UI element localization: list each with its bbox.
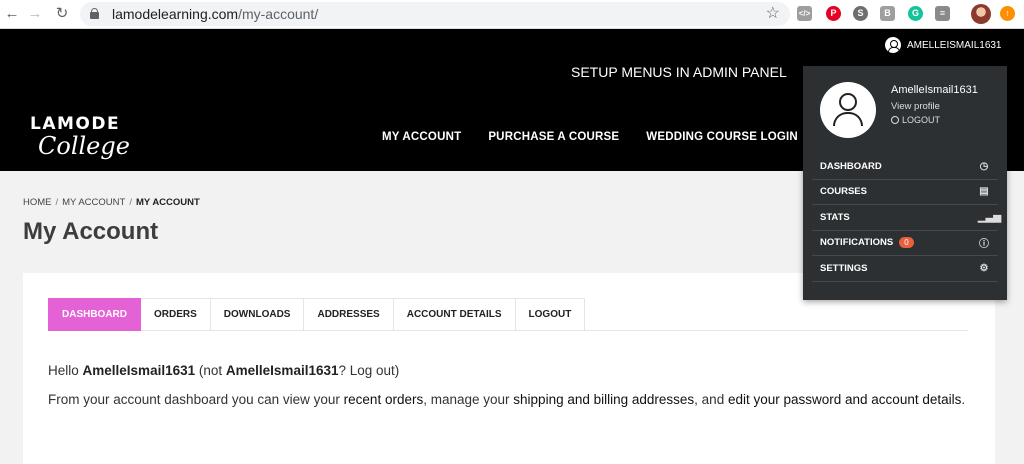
bookmark-star-icon[interactable]: ☆ [766,3,780,23]
breadcrumb: HOME / MY ACCOUNT / MY ACCOUNT [23,197,200,208]
logo-lamode: LAMODE [30,114,121,134]
tab-logout[interactable]: LOGOUT [515,298,586,331]
forward-arrow-icon[interactable]: → [25,4,45,24]
addresses-link[interactable]: shipping and billing addresses [513,392,694,407]
profile-avatar[interactable] [971,4,991,24]
account-card: DASHBOARD ORDERS DOWNLOADS ADDRESSES ACC… [23,273,995,464]
top-user-menu[interactable]: AMELLEISMAIL1631 [885,37,1002,53]
browser-toolbar: ← → ↻ lamodelearning.com/my-account/ ☆ <… [0,0,1024,29]
dropdown-item-dashboard[interactable]: DASHBOARD ◷ [812,154,998,180]
tab-addresses[interactable]: ADDRESSES [304,298,394,331]
account-tabs: DASHBOARD ORDERS DOWNLOADS ADDRESSES ACC… [48,298,968,331]
layers-extension-icon[interactable]: ≡ [935,6,950,21]
dropdown-profile-header: AmelleIsmail1631 View profile LOGOUT [803,66,1007,152]
reload-icon[interactable]: ↻ [52,4,72,24]
logout-link[interactable]: ? Log out) [338,363,399,378]
breadcrumb-separator: / [129,197,132,208]
book-icon: ▤ [979,186,989,198]
site-logo[interactable]: LAMODE College [30,114,160,169]
power-icon [891,116,899,124]
setup-menus-text: SETUP MENUS IN ADMIN PANEL [571,64,787,80]
logo-college: College [38,132,130,160]
back-arrow-icon[interactable]: ← [2,4,22,24]
dropdown-item-settings[interactable]: SETTINGS ⚙ [812,256,998,282]
url-text[interactable]: lamodelearning.com/my-account/ [112,6,318,22]
hello-username: AmelleIsmail1631 [82,363,196,378]
breadcrumb-current: MY ACCOUNT [135,197,200,208]
user-icon [885,37,901,53]
dropdown-username: AmelleIsmail1631 [891,84,978,96]
address-bar[interactable]: lamodelearning.com/my-account/ ☆ [80,2,790,26]
page-title: My Account [23,218,159,245]
b-extension-icon[interactable]: B [880,6,895,21]
breadcrumb-separator: / [55,197,59,208]
dropdown-list: DASHBOARD ◷ COURSES ▤ STATS ▁▃▅ NOTIFICA… [812,154,1002,282]
nav-wedding-course-login[interactable]: WEDDING COURSE LOGIN [646,131,798,143]
signal-icon: ▁▃▅ [978,211,1002,223]
notification-badge: 0 [899,237,914,249]
grammarly-extension-icon[interactable]: G [908,6,923,21]
tab-dashboard[interactable]: DASHBOARD [48,298,141,331]
skype-extension-icon[interactable]: S [853,6,868,21]
user-dropdown-menu: AmelleIsmail1631 View profile LOGOUT DAS… [803,66,1007,300]
tab-account-details[interactable]: ACCOUNT DETAILS [393,298,516,331]
dropdown-item-stats[interactable]: STATS ▁▃▅ [812,205,1002,231]
dropdown-item-notifications[interactable]: NOTIFICATIONS 0 ⓘ [812,231,998,256]
code-extension-icon[interactable]: </> [797,6,812,21]
tab-orders[interactable]: ORDERS [141,298,211,331]
hello-username-2: AmelleIsmail1631 [225,363,339,378]
orange-extension-icon[interactable]: ↑ [1000,6,1015,21]
dashboard-intro: From your account dashboard you can view… [48,392,966,407]
dropdown-item-courses[interactable]: COURSES ▤ [812,180,998,205]
recent-orders-link[interactable]: recent orders [344,392,424,407]
nav-purchase-course[interactable]: PURCHASE A COURSE [488,131,619,143]
hello-message: Hello AmelleIsmail1631 (not AmelleIsmail… [48,363,400,378]
breadcrumb-home[interactable]: HOME [23,197,52,208]
tab-downloads[interactable]: DOWNLOADS [210,298,305,331]
dropdown-logout-link[interactable]: LOGOUT [891,115,940,125]
gear-icon: ⚙ [979,262,989,274]
nav-my-account[interactable]: MY ACCOUNT [382,131,461,143]
breadcrumb-parent[interactable]: MY ACCOUNT [62,197,125,208]
main-nav: MY ACCOUNT PURCHASE A COURSE WEDDING COU… [382,131,825,143]
edit-account-link[interactable]: edit your password and account details [728,392,961,407]
info-icon: ⓘ [979,239,989,251]
dashboard-icon: ◷ [979,160,989,172]
top-username: AMELLEISMAIL1631 [907,39,1002,51]
view-profile-link[interactable]: View profile [891,101,940,112]
lock-icon [90,8,99,19]
pinterest-extension-icon[interactable]: P [826,6,841,21]
user-avatar-icon[interactable] [820,82,876,138]
